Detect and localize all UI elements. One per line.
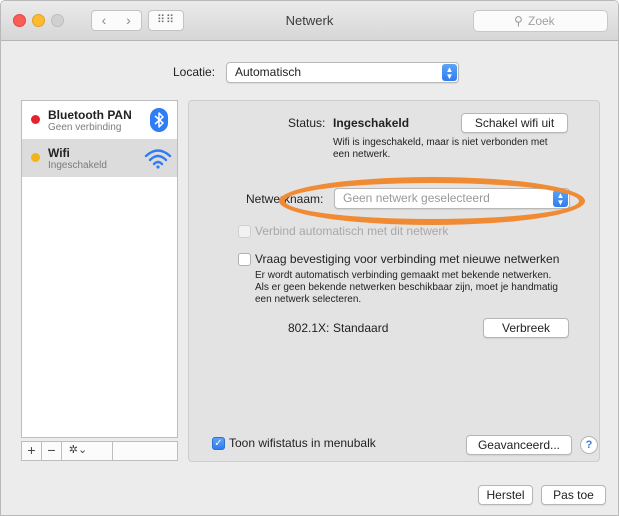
service-item-bluetooth-pan[interactable]: Bluetooth PAN Geen verbinding (22, 101, 177, 139)
dot1x-value: Standaard (333, 321, 389, 335)
status-value: Ingeschakeld (333, 116, 410, 130)
gear-menu-button[interactable]: ✲⌄ (62, 442, 94, 460)
ask-to-join-description: Er wordt automatisch verbinding gemaakt … (255, 270, 558, 305)
network-name-popup[interactable]: Geen netwerk geselecteerd ▲ ▼ (334, 188, 570, 209)
advanced-button[interactable]: Geavanceerd... (466, 435, 572, 455)
network-name-label: Netwerknaam: (246, 192, 324, 206)
location-label: Locatie: (173, 65, 216, 79)
status-dot-red (31, 115, 40, 124)
network-name-placeholder: Geen netwerk geselecteerd (343, 191, 490, 205)
location-value: Automatisch (235, 65, 302, 79)
revert-button[interactable]: Herstel (478, 485, 533, 505)
search-icon: ⚲ (514, 14, 523, 28)
disconnect-button[interactable]: Verbreek (483, 318, 569, 338)
help-button[interactable]: ? (580, 436, 598, 454)
turn-wifi-off-button[interactable]: Schakel wifi uit (461, 113, 568, 133)
auto-join-label: Verbind automatisch met dit netwerk (255, 224, 449, 238)
chevron-updown-icon: ▲ ▼ (553, 190, 568, 207)
status-dot-yellow (31, 153, 40, 162)
bluetooth-icon (150, 108, 168, 132)
status-description: Wifi is ingeschakeld, maar is niet verbo… (333, 137, 548, 160)
service-status: Ingeschakeld (48, 160, 107, 171)
show-wifi-status-checkbox[interactable]: ✓ (212, 437, 225, 450)
ask-to-join-label: Vraag bevestiging voor verbinding met ni… (255, 252, 560, 266)
remove-service-button[interactable]: − (42, 442, 62, 460)
search-placeholder: Zoek (528, 14, 555, 28)
add-service-button[interactable]: + (22, 442, 42, 460)
status-label: Status: (288, 116, 326, 130)
dot1x-label: 802.1X: (288, 321, 330, 335)
ask-to-join-checkbox[interactable] (238, 253, 251, 266)
search-field[interactable]: ⚲ Zoek (473, 10, 608, 32)
apply-button[interactable]: Pas toe (541, 485, 606, 505)
toolbar-spacer (113, 441, 178, 461)
service-item-wifi[interactable]: Wifi Ingeschakeld (22, 139, 177, 177)
network-preferences-window: ‹ › ⠿⠿ Netwerk ⚲ Zoek Locatie: Automatis… (0, 0, 619, 516)
service-toolbar: + − ✲⌄ (21, 441, 113, 461)
title-bar: ‹ › ⠿⠿ Netwerk ⚲ Zoek (1, 1, 618, 41)
service-name: Bluetooth PAN (48, 108, 132, 122)
show-wifi-status-label: Toon wifistatus in menubalk (229, 436, 376, 450)
auto-join-checkbox[interactable] (238, 225, 251, 238)
service-status: Geen verbinding (48, 122, 122, 133)
location-popup[interactable]: Automatisch ▲ ▼ (226, 62, 459, 83)
chevron-updown-icon: ▲ ▼ (442, 64, 457, 81)
service-list: Bluetooth PAN Geen verbinding Wifi Inges… (21, 100, 178, 438)
wifi-icon (144, 146, 172, 173)
service-name: Wifi (48, 146, 70, 160)
